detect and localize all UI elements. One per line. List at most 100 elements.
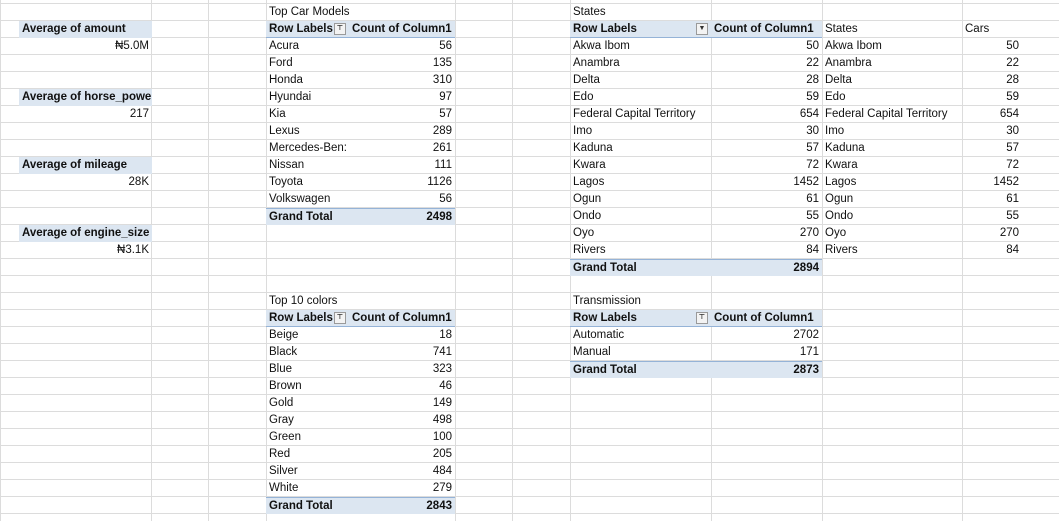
car_models-grand-total-value[interactable]: 2498 [349, 208, 455, 225]
transmission-row-labels-header[interactable]: Row Labels ⊤ [570, 310, 711, 327]
states-copy-label[interactable]: Edo [822, 89, 962, 106]
states-row-label[interactable]: Oyo [570, 225, 711, 242]
car_models-row-value[interactable]: 57 [349, 106, 455, 123]
states-copy-value[interactable]: 50 [962, 38, 1022, 55]
colors-row-label[interactable]: Green [266, 429, 349, 446]
transmission-grand-total-value[interactable]: 2873 [711, 361, 822, 378]
states-row-label[interactable]: Rivers [570, 242, 711, 259]
states-row-value[interactable]: 654 [711, 106, 822, 123]
states-row-value[interactable]: 1452 [711, 174, 822, 191]
colors-grand-total-label[interactable]: Grand Total [266, 497, 349, 514]
states-row-label[interactable]: Anambra [570, 55, 711, 72]
colors-row-value[interactable]: 323 [349, 361, 455, 378]
summary-value-engine_size[interactable]: ₦3.1K [19, 242, 152, 259]
states-row-value[interactable]: 28 [711, 72, 822, 89]
transmission-title[interactable]: Transmission [570, 293, 822, 310]
states-copy-label[interactable]: Ogun [822, 191, 962, 208]
colors-row-label[interactable]: Beige [266, 327, 349, 344]
filter-icon[interactable]: ⊤ [696, 312, 708, 324]
summary-value-horse_power[interactable]: 217 [19, 106, 152, 123]
car_models-row-label[interactable]: Toyota [266, 174, 349, 191]
colors-row-labels-header[interactable]: Row Labels ⊤ [266, 310, 349, 327]
colors-row-label[interactable]: Brown [266, 378, 349, 395]
states-copy-value[interactable]: 28 [962, 72, 1022, 89]
colors-count-header[interactable]: Count of Column1 [349, 310, 455, 327]
cars-header[interactable]: Cars [962, 21, 1022, 38]
transmission-row-label[interactable]: Automatic [570, 327, 711, 344]
car_models-title[interactable]: Top Car Models [266, 4, 455, 21]
colors-row-value[interactable]: 205 [349, 446, 455, 463]
states-row-value[interactable]: 61 [711, 191, 822, 208]
colors-row-value[interactable]: 46 [349, 378, 455, 395]
transmission-row-label[interactable]: Manual [570, 344, 711, 361]
states-row-label[interactable]: Delta [570, 72, 711, 89]
car_models-row-label[interactable]: Nissan [266, 157, 349, 174]
car_models-row-label[interactable]: Lexus [266, 123, 349, 140]
car_models-row-label[interactable]: Honda [266, 72, 349, 89]
colors-grand-total-value[interactable]: 2843 [349, 497, 455, 514]
states-row-value[interactable]: 270 [711, 225, 822, 242]
colors-title[interactable]: Top 10 colors [266, 293, 455, 310]
states-copy-label[interactable]: Ondo [822, 208, 962, 225]
colors-row-value[interactable]: 100 [349, 429, 455, 446]
transmission-grand-total-label[interactable]: Grand Total [570, 361, 711, 378]
states-row-label[interactable]: Lagos [570, 174, 711, 191]
states-copy-value[interactable]: 654 [962, 106, 1022, 123]
car_models-row-label[interactable]: Kia [266, 106, 349, 123]
states-copy-value[interactable]: 72 [962, 157, 1022, 174]
states-row-value[interactable]: 72 [711, 157, 822, 174]
colors-row-value[interactable]: 149 [349, 395, 455, 412]
states-copy-value[interactable]: 1452 [962, 174, 1022, 191]
summary-value-mileage[interactable]: 28K [19, 174, 152, 191]
states-copy-label[interactable]: Rivers [822, 242, 962, 259]
summary-label-mileage[interactable]: Average of mileage [19, 157, 152, 174]
dropdown-icon[interactable]: ▼ [696, 23, 708, 35]
states-row-label[interactable]: Federal Capital Territory [570, 106, 711, 123]
states-copy-value[interactable]: 57 [962, 140, 1022, 157]
car_models-row-value[interactable]: 289 [349, 123, 455, 140]
states-row-value[interactable]: 50 [711, 38, 822, 55]
states-copy-label[interactable]: Lagos [822, 174, 962, 191]
colors-row-value[interactable]: 498 [349, 412, 455, 429]
states-copy-label[interactable]: Federal Capital Territory [822, 106, 962, 123]
states-row-labels-header[interactable]: Row Labels ▼ [570, 21, 711, 38]
colors-row-label[interactable]: Silver [266, 463, 349, 480]
states-copy-label[interactable]: Kwara [822, 157, 962, 174]
states-row-label[interactable]: Edo [570, 89, 711, 106]
colors-row-label[interactable]: White [266, 480, 349, 497]
states-copy-label[interactable]: Anambra [822, 55, 962, 72]
car_models-row-labels-header[interactable]: Row Labels ⊤ [266, 21, 349, 38]
transmission-row-value[interactable]: 2702 [711, 327, 822, 344]
car_models-grand-total-label[interactable]: Grand Total [266, 208, 349, 225]
colors-row-value[interactable]: 18 [349, 327, 455, 344]
transmission-row-value[interactable]: 171 [711, 344, 822, 361]
states-row-label[interactable]: Akwa Ibom [570, 38, 711, 55]
car_models-row-value[interactable]: 261 [349, 140, 455, 157]
summary-label-amount[interactable]: Average of amount [19, 21, 152, 38]
states-row-label[interactable]: Kaduna [570, 140, 711, 157]
colors-row-value[interactable]: 741 [349, 344, 455, 361]
colors-row-value[interactable]: 484 [349, 463, 455, 480]
colors-row-label[interactable]: Blue [266, 361, 349, 378]
states-grand-total-value[interactable]: 2894 [711, 259, 822, 276]
states-copy-value[interactable]: 30 [962, 123, 1022, 140]
states-copy-value[interactable]: 270 [962, 225, 1022, 242]
states-row-label[interactable]: Imo [570, 123, 711, 140]
car_models-row-label[interactable]: Mercedes-Ben: [266, 140, 349, 157]
transmission-count-header[interactable]: Count of Column1 [711, 310, 822, 327]
states-grand-total-label[interactable]: Grand Total [570, 259, 711, 276]
car_models-row-label[interactable]: Acura [266, 38, 349, 55]
car_models-row-value[interactable]: 310 [349, 72, 455, 89]
colors-row-label[interactable]: Red [266, 446, 349, 463]
states-row-label[interactable]: Ondo [570, 208, 711, 225]
states-copy-value[interactable]: 22 [962, 55, 1022, 72]
states-copy-label[interactable]: Akwa Ibom [822, 38, 962, 55]
states-copy-header[interactable]: States [822, 21, 962, 38]
states-row-value[interactable]: 30 [711, 123, 822, 140]
filter-icon[interactable]: ⊤ [334, 23, 346, 35]
colors-row-label[interactable]: Gold [266, 395, 349, 412]
states-copy-value[interactable]: 59 [962, 89, 1022, 106]
car_models-row-value[interactable]: 135 [349, 55, 455, 72]
car_models-row-label[interactable]: Volkswagen [266, 191, 349, 208]
states-count-header[interactable]: Count of Column1 [711, 21, 822, 38]
